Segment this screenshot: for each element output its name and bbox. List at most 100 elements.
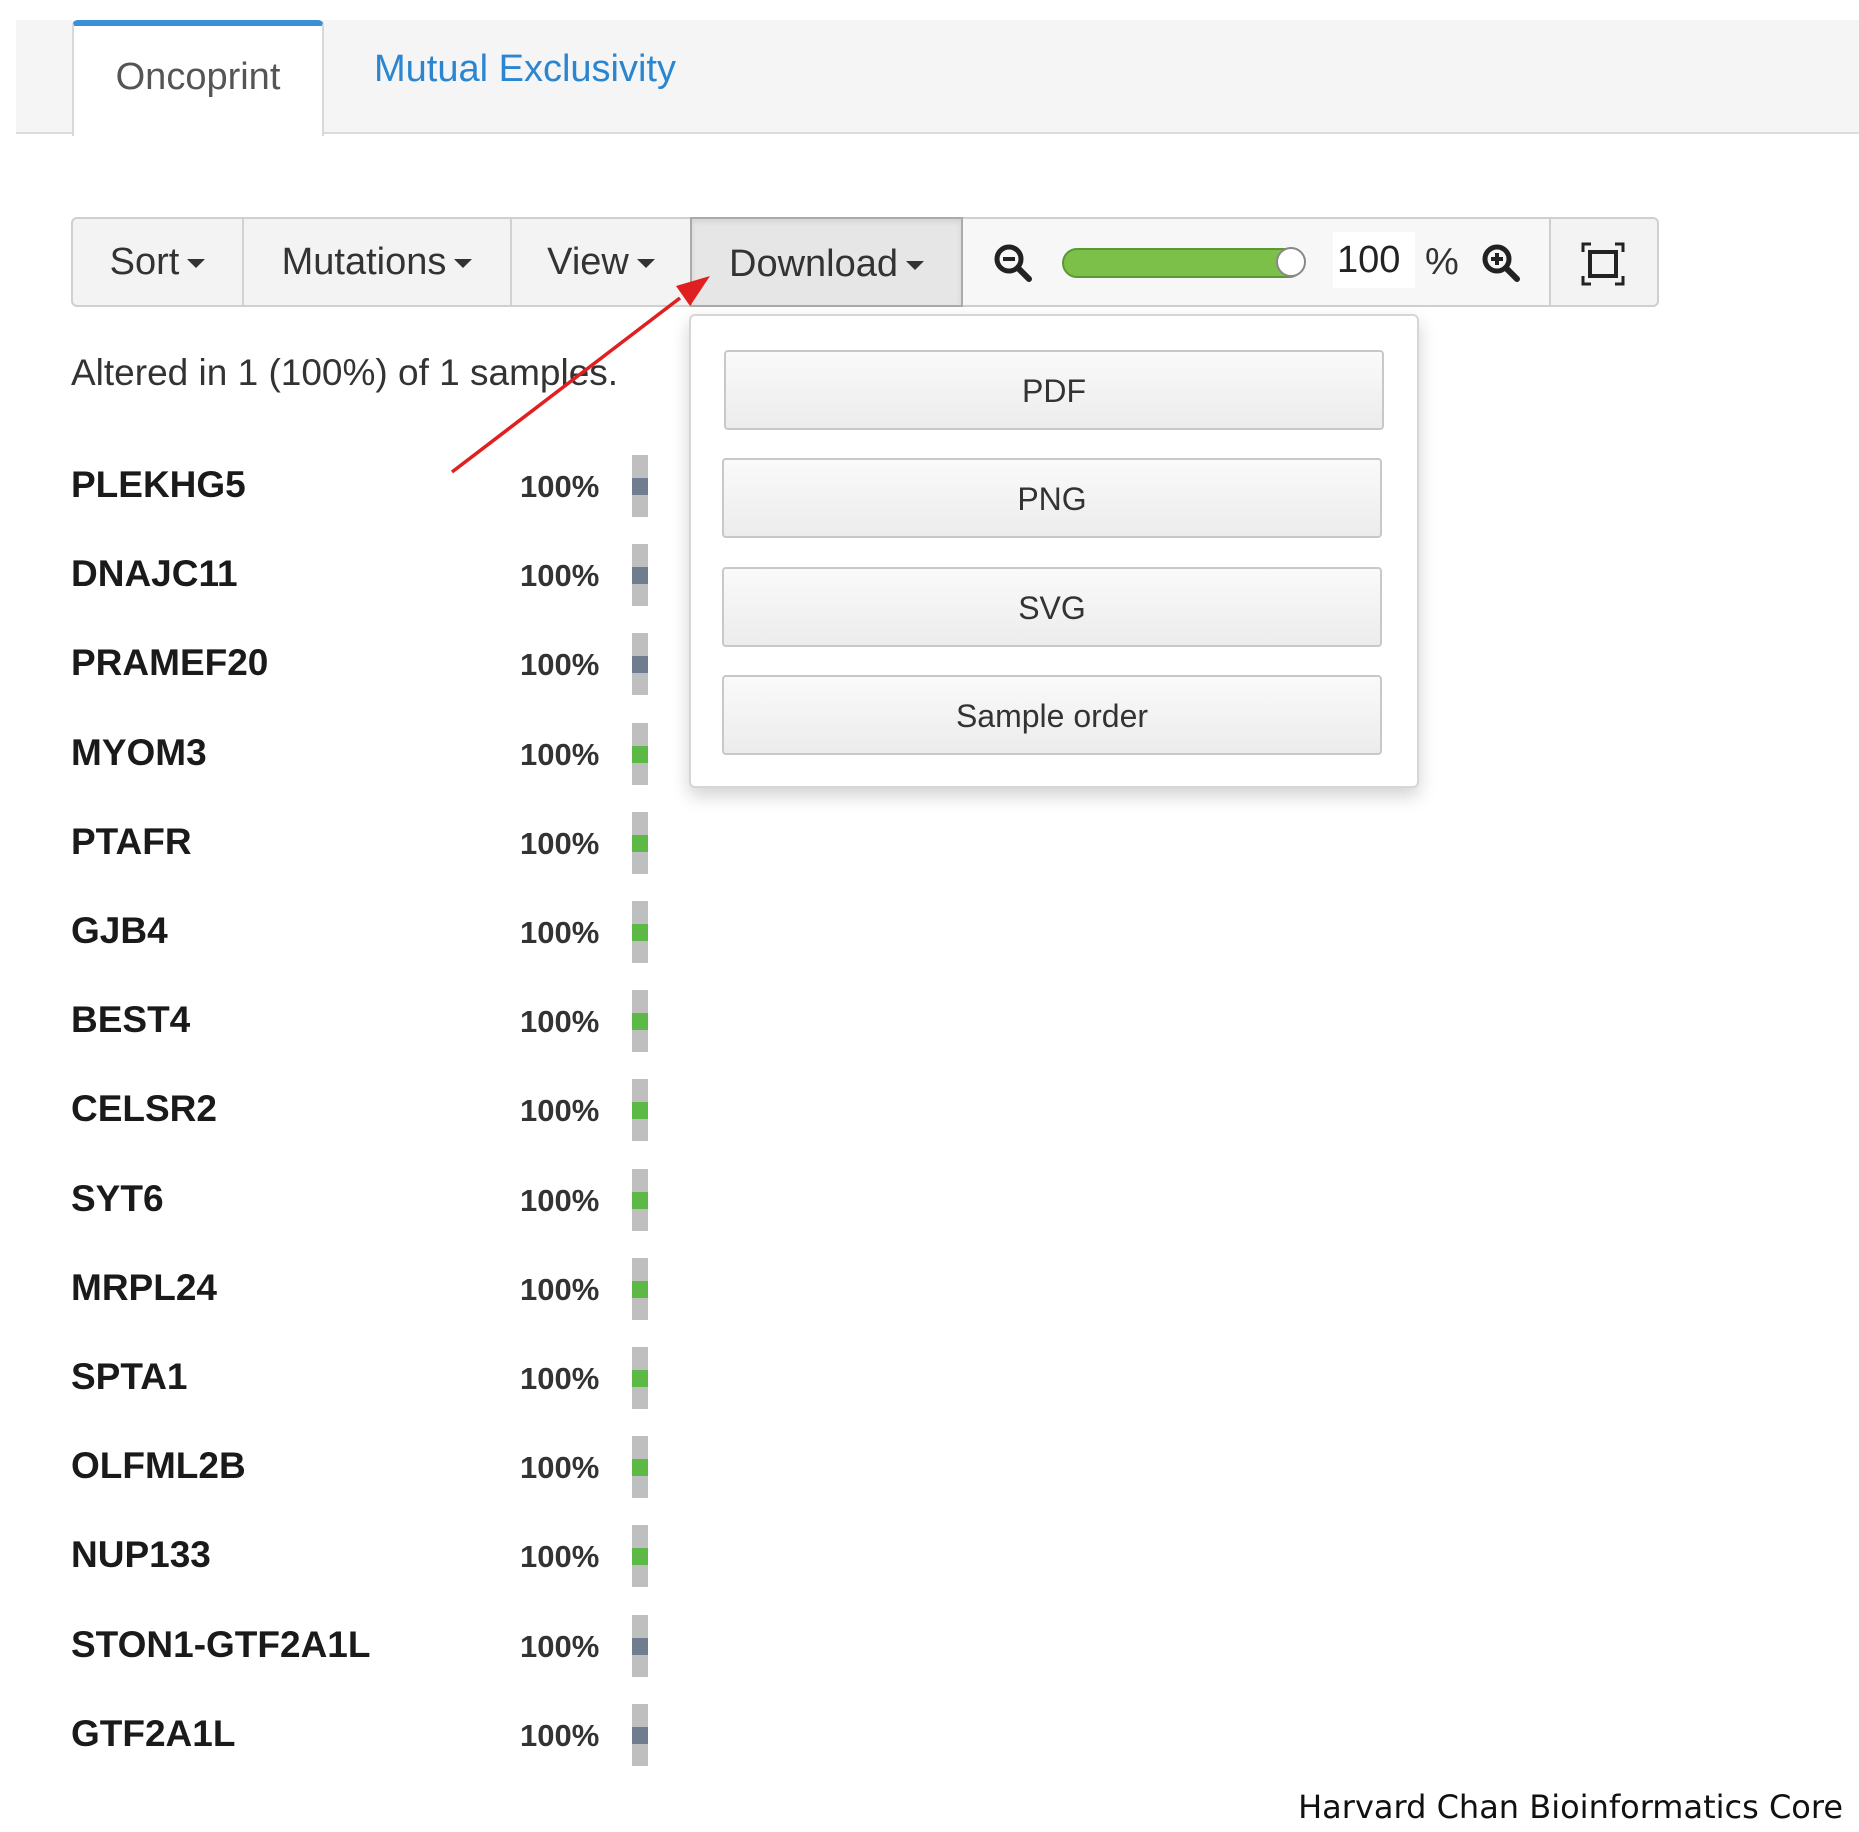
oncoprint-cell[interactable] — [632, 990, 648, 1053]
zoom-in-icon[interactable] — [1481, 243, 1521, 283]
gene-row: BEST4 100% — [0, 990, 700, 1079]
download-svg-button[interactable]: SVG — [722, 567, 1382, 647]
mutation-mark — [632, 1102, 648, 1120]
sort-dropdown-button[interactable]: Sort — [73, 219, 244, 305]
download-dropdown-button[interactable]: Download — [690, 217, 963, 307]
gene-row: MRPL24 100% — [0, 1257, 700, 1347]
gene-row: SPTA1 100% — [0, 1347, 700, 1436]
oncoprint-cell[interactable] — [632, 1525, 648, 1588]
gene-alteration-percent: 100% — [520, 1361, 600, 1396]
gene-name[interactable]: STON1-GTF2A1L — [71, 1615, 370, 1675]
mutation-mark — [632, 1459, 648, 1477]
mutations-dropdown-button[interactable]: Mutations — [244, 219, 512, 305]
download-sample-order-button[interactable]: Sample order — [722, 675, 1382, 755]
gene-alteration-percent: 100% — [520, 1004, 600, 1040]
gene-row: CELSR2 100% — [0, 1079, 700, 1168]
oncoprint-cell[interactable] — [632, 455, 648, 517]
gene-name[interactable]: MYOM3 — [71, 723, 207, 783]
gene-row: MYOM3 100% — [0, 722, 700, 812]
mutation-mark — [632, 1013, 648, 1031]
mutation-mark — [632, 1637, 648, 1655]
gene-alteration-percent: 100% — [520, 1717, 600, 1753]
caret-down-icon — [906, 261, 924, 271]
caret-down-icon — [636, 259, 655, 269]
gene-name[interactable]: BEST4 — [71, 990, 190, 1050]
gene-row: PRAMEF20 100% — [0, 633, 700, 722]
tab-mutual-exclusivity[interactable]: Mutual Exclusivity — [374, 20, 676, 134]
gene-alteration-percent: 100% — [520, 825, 600, 861]
oncoprint-cell[interactable] — [632, 633, 648, 696]
mutations-label: Mutations — [281, 241, 447, 283]
zoom-percent-sign: % — [1425, 241, 1459, 283]
gene-alteration-percent: 100% — [520, 469, 600, 504]
gene-name[interactable]: MRPL24 — [71, 1258, 217, 1318]
download-menu: PDF PNG SVG Sample order — [689, 314, 1419, 788]
caret-down-icon — [454, 259, 473, 269]
zoom-slider-handle[interactable] — [1276, 247, 1306, 277]
download-png-button[interactable]: PNG — [722, 458, 1382, 538]
footer-credit: Harvard Chan Bioinformatics Core — [1298, 1788, 1843, 1826]
zoom-slider[interactable] — [1062, 247, 1306, 278]
gene-alteration-percent: 100% — [520, 1539, 600, 1575]
mutation-mark — [632, 1548, 648, 1566]
gene-name[interactable]: OLFML2B — [71, 1436, 246, 1496]
oncoprint-cell[interactable] — [632, 1347, 648, 1409]
sort-label: Sort — [109, 241, 180, 283]
mutation-mark — [632, 1370, 648, 1387]
mutation-mark — [632, 567, 648, 585]
gene-row: SYT6 100% — [0, 1168, 700, 1258]
gene-name[interactable]: SYT6 — [71, 1169, 164, 1229]
gene-row: GTF2A1L 100% — [0, 1703, 700, 1793]
download-label: Download — [729, 243, 898, 285]
mutation-mark — [632, 1280, 648, 1298]
gene-row: NUP133 100% — [0, 1525, 700, 1614]
gene-name[interactable]: PRAMEF20 — [71, 633, 268, 693]
view-dropdown-button[interactable]: View — [512, 219, 690, 305]
oncoprint-cell[interactable] — [632, 1079, 648, 1142]
oncoprint-toolbar: Sort Mutations View Download % — [71, 217, 1659, 307]
gene-name[interactable]: GJB4 — [71, 901, 168, 961]
caret-down-icon — [187, 259, 206, 269]
oncoprint-cell[interactable] — [632, 1436, 648, 1499]
gene-alteration-percent: 100% — [520, 647, 600, 683]
oncoprint-cell[interactable] — [632, 1257, 648, 1320]
gene-name[interactable]: PTAFR — [71, 812, 192, 872]
oncoprint-cell[interactable] — [632, 722, 648, 785]
download-pdf-button[interactable]: PDF — [724, 350, 1384, 430]
gene-name[interactable]: DNAJC11 — [71, 544, 238, 604]
gene-alteration-percent: 100% — [520, 1271, 600, 1307]
fit-to-screen-button[interactable] — [1551, 219, 1657, 305]
oncoprint-cell[interactable] — [632, 811, 648, 874]
oncoprint-cell[interactable] — [632, 1168, 648, 1231]
mutation-mark — [632, 478, 648, 495]
gene-row: OLFML2B 100% — [0, 1436, 700, 1525]
gene-row: GJB4 100% — [0, 901, 700, 990]
gene-name[interactable]: SPTA1 — [71, 1347, 188, 1407]
zoom-out-icon[interactable] — [993, 243, 1033, 283]
gene-row: PTAFR 100% — [0, 811, 700, 901]
gene-name[interactable]: CELSR2 — [71, 1079, 217, 1139]
gene-name[interactable]: NUP133 — [71, 1525, 211, 1585]
oncoprint-cell[interactable] — [632, 1703, 648, 1766]
view-label: View — [547, 241, 629, 283]
oncoprint-cell[interactable] — [632, 1614, 648, 1677]
gene-name[interactable]: GTF2A1L — [71, 1704, 235, 1764]
mutation-mark — [632, 1726, 648, 1744]
tab-oncoprint[interactable]: Oncoprint — [72, 20, 324, 136]
oncoprint-page: Oncoprint Mutual Exclusivity Sort Mutati… — [0, 0, 1859, 1832]
mutation-mark — [632, 656, 648, 674]
gene-alteration-percent: 100% — [520, 1093, 600, 1129]
gene-row: DNAJC11 100% — [0, 544, 700, 633]
zoom-percent-input[interactable] — [1333, 232, 1415, 288]
gene-alteration-percent: 100% — [520, 915, 600, 950]
oncoprint-cell[interactable] — [632, 901, 648, 963]
gene-name[interactable]: PLEKHG5 — [71, 455, 246, 515]
oncoprint-cell[interactable] — [632, 544, 648, 607]
mutation-mark — [632, 1191, 648, 1209]
mutation-mark — [632, 834, 648, 852]
altered-status-text: Altered in 1 (100%) of 1 samples. — [71, 352, 619, 393]
gene-alteration-percent: 100% — [520, 1450, 600, 1486]
gene-row: PLEKHG5 100% — [0, 455, 700, 544]
gene-alteration-percent: 100% — [520, 1182, 600, 1218]
zoom-controls: % — [963, 219, 1551, 305]
